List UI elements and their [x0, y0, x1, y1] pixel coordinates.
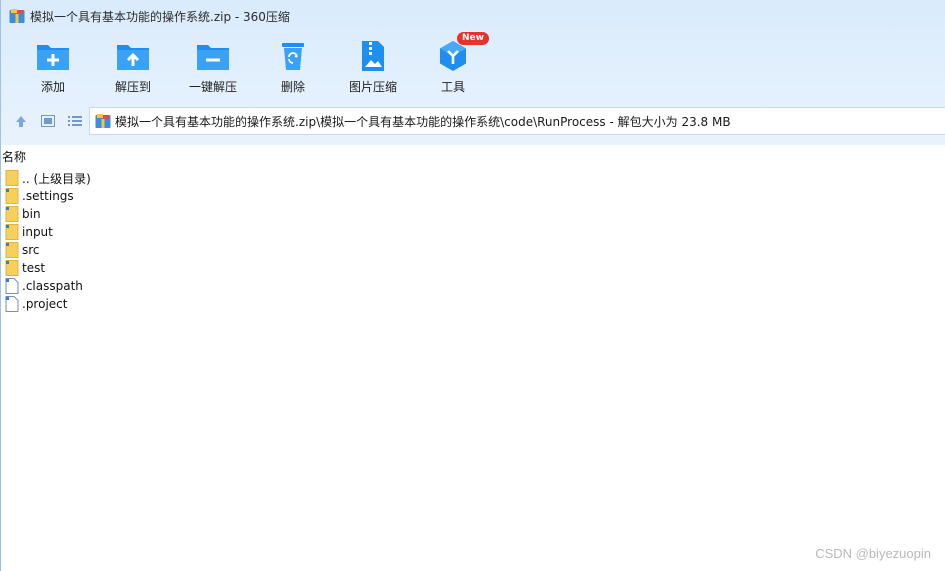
column-header[interactable]: 名称 — [1, 146, 945, 164]
app-archive-icon — [9, 8, 25, 24]
file-name: bin — [22, 207, 41, 221]
delete-label: 删除 — [280, 80, 305, 94]
image-compress-button[interactable]: 图片压缩 — [333, 38, 413, 98]
top-panel: 模拟一个具有基本功能的操作系统.zip - 360压缩 添加 解压到 一键解压 … — [1, 0, 945, 145]
tools-label: 工具 — [440, 80, 465, 94]
file-name: .. (上级目录) — [22, 171, 91, 186]
file-name: .classpath — [22, 279, 83, 293]
list-item-classpath[interactable]: .classpath — [1, 277, 945, 295]
list-item-project[interactable]: .project — [1, 295, 945, 313]
add-label: 添加 — [40, 80, 65, 94]
toolbar: 添加 解压到 一键解压 删除 图片压缩 New 工具 — [13, 32, 493, 98]
list-item-input[interactable]: input — [1, 223, 945, 241]
file-list: .. (上级目录) .settings bin input src test .… — [1, 169, 945, 313]
extract-to-icon — [115, 38, 151, 74]
file-icon — [5, 278, 19, 294]
file-name: .settings — [22, 189, 74, 203]
list-item-settings[interactable]: .settings — [1, 187, 945, 205]
new-badge: New — [457, 32, 489, 45]
folder-icon — [5, 242, 19, 258]
folder-icon — [5, 170, 19, 186]
list-item-test[interactable]: test — [1, 259, 945, 277]
folder-icon — [5, 260, 19, 276]
one-click-extract-label: 一键解压 — [188, 80, 237, 94]
image-compress-icon — [355, 38, 391, 74]
file-name: input — [22, 225, 53, 239]
app-window: 模拟一个具有基本功能的操作系统.zip - 360压缩 添加 解压到 一键解压 … — [0, 0, 945, 571]
list-view-icon[interactable] — [63, 109, 87, 133]
list-item-bin[interactable]: bin — [1, 205, 945, 223]
folder-icon — [5, 206, 19, 222]
file-name: src — [22, 243, 40, 257]
image-compress-label: 图片压缩 — [348, 80, 397, 94]
file-name: test — [22, 261, 46, 275]
file-icon — [5, 296, 19, 312]
one-click-extract-button[interactable]: 一键解压 — [173, 38, 253, 98]
window-title: 模拟一个具有基本功能的操作系统.zip - 360压缩 — [30, 9, 290, 24]
archive-icon — [95, 113, 111, 129]
address-bar[interactable]: 模拟一个具有基本功能的操作系统.zip\模拟一个具有基本功能的操作系统\code… — [89, 107, 945, 135]
list-item-parent-dir[interactable]: .. (上级目录) — [1, 169, 945, 187]
extract-to-label: 解压到 — [114, 80, 151, 94]
extract-to-button[interactable]: 解压到 — [93, 38, 173, 98]
up-arrow-icon[interactable] — [9, 109, 33, 133]
watermark: CSDN @biyezuopin — [815, 546, 931, 561]
recycle-bin-icon — [275, 38, 311, 74]
one-click-extract-icon — [195, 38, 231, 74]
folder-icon — [5, 188, 19, 204]
list-item-src[interactable]: src — [1, 241, 945, 259]
name-column-header[interactable]: 名称 — [2, 148, 26, 165]
file-name: .project — [22, 297, 68, 311]
archive-path: 模拟一个具有基本功能的操作系统.zip\模拟一个具有基本功能的操作系统\code… — [115, 114, 731, 129]
folder-icon — [5, 224, 19, 240]
add-button[interactable]: 添加 — [13, 38, 93, 98]
add-folder-icon — [35, 38, 71, 74]
tools-button[interactable]: New 工具 — [413, 32, 493, 98]
title-bar: 模拟一个具有基本功能的操作系统.zip - 360压缩 — [1, 0, 945, 32]
thumbnail-view-icon[interactable] — [36, 109, 60, 133]
delete-button[interactable]: 删除 — [253, 38, 333, 98]
